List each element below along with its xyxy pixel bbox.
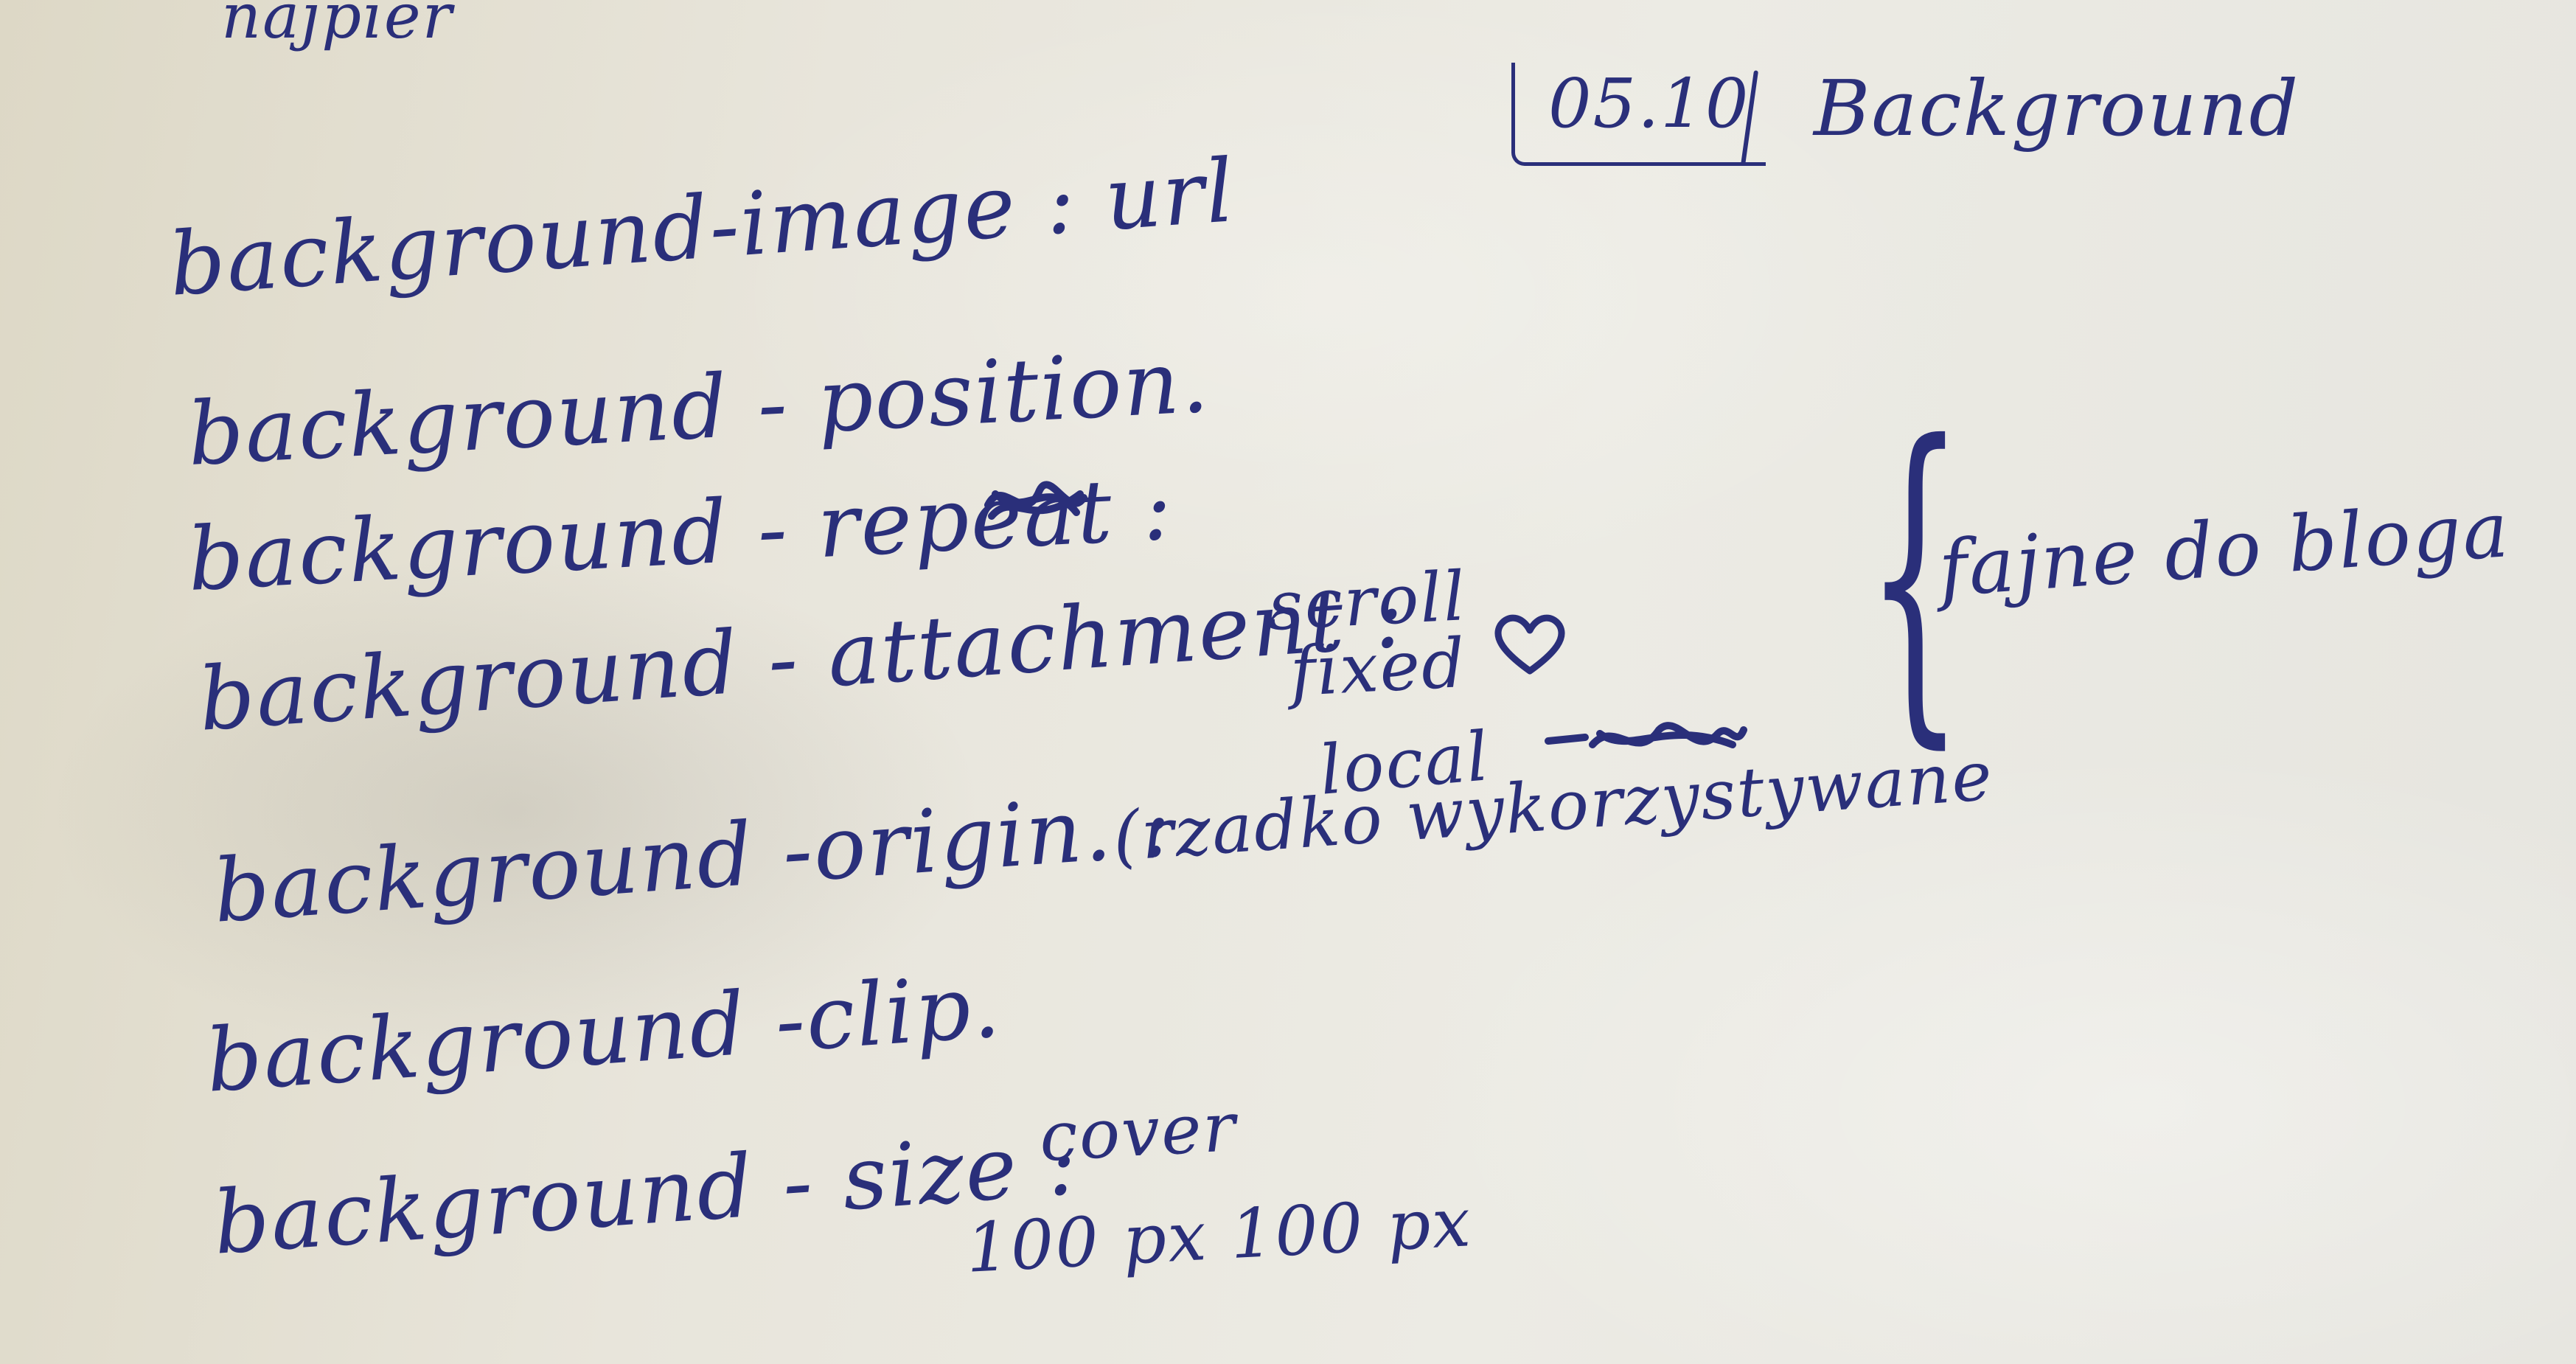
- attachment-value-fixed: fixed: [1288, 623, 1469, 712]
- line-background-position: background - position.: [185, 330, 1213, 485]
- crossed-out-scribble: [981, 461, 1091, 542]
- page-title: Background: [1814, 63, 2300, 153]
- line-background-origin: background -origin. :: [210, 773, 1176, 942]
- line-background-image: background-image : url: [166, 139, 1239, 316]
- side-note: fajne do bloga: [1935, 484, 2513, 614]
- notebook-page: najpier 05.10 Background background-imag…: [0, 0, 2576, 1364]
- heart-icon: [1489, 612, 1570, 678]
- line-background-size: background - size :: [210, 1112, 1082, 1274]
- date-label: 05.10: [1548, 64, 1750, 143]
- size-value-cover: cover: [1037, 1088, 1239, 1177]
- line-background-clip: background -clip.: [203, 954, 1005, 1112]
- partial-top-word: najpier: [221, 0, 453, 52]
